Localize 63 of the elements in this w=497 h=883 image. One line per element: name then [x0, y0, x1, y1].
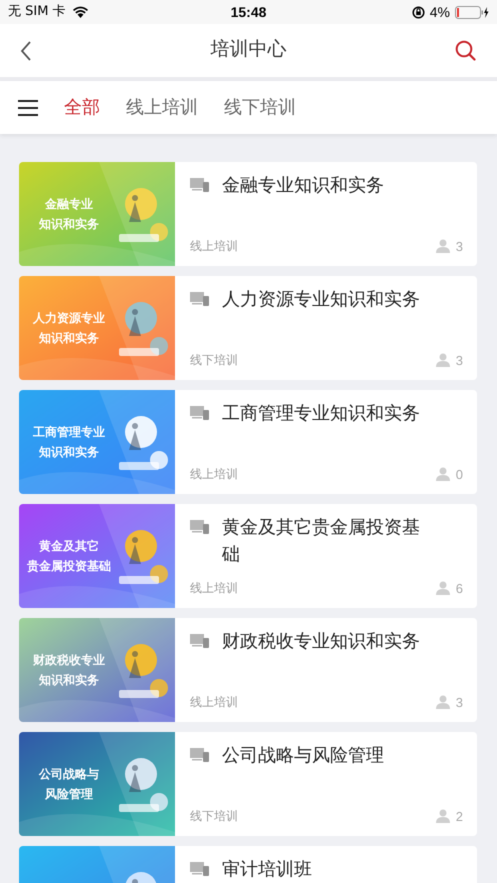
menu-button[interactable]	[18, 100, 38, 116]
devices-icon	[190, 520, 209, 534]
search-button[interactable]	[453, 38, 477, 62]
course-card[interactable]: 人力资源专业 知识和实务 人力资源专业知识和实务 线下培训 3	[19, 276, 477, 380]
thumbnail-caption: 知识和实务	[39, 216, 99, 233]
course-title: 审计培训班	[222, 858, 312, 881]
clock-time: 15:48	[230, 2, 266, 22]
training-mode: 线上培训	[190, 694, 238, 712]
course-title: 人力资源专业知识和实务	[222, 288, 420, 311]
training-mode: 线下培训	[190, 352, 238, 370]
devices-icon	[190, 748, 209, 762]
devices-icon	[190, 634, 209, 648]
course-card[interactable]: 工商管理专业 知识和实务 工商管理专业知识和实务 线上培训 0	[19, 390, 477, 494]
person-icon	[436, 467, 450, 482]
thumbnail-caption: 金融专业	[45, 196, 93, 213]
participant-count: 2	[456, 808, 463, 826]
course-card[interactable]: 黄金及其它 贵金属投资基础 黄金及其它贵金属投资基础 线上培训 6	[19, 504, 477, 608]
course-title: 财政税收专业知识和实务	[222, 630, 420, 653]
category-tab[interactable]: 线下培训	[224, 94, 296, 121]
person-icon	[436, 809, 450, 824]
participant-count: 3	[456, 694, 463, 712]
participant-count: 3	[456, 238, 463, 256]
devices-icon	[190, 292, 209, 306]
devices-icon	[190, 862, 209, 876]
participant-count: 0	[456, 466, 463, 484]
battery-percent: 4%	[430, 2, 450, 22]
thumbnail-caption: 风险管理	[45, 786, 93, 803]
thumbnail-caption: 人力资源专业	[33, 310, 105, 327]
devices-icon	[190, 406, 209, 420]
person-icon	[436, 239, 450, 254]
category-tab[interactable]: 线上培训	[126, 94, 198, 121]
thumbnail-caption: 公司战略与	[39, 766, 99, 783]
rotation-lock-icon	[412, 6, 425, 18]
thumbnail-caption: 黄金及其它	[39, 538, 99, 555]
category-tab[interactable]: 全部	[64, 94, 100, 121]
carrier-label: 无 SIM 卡	[8, 3, 66, 22]
thumbnail-caption: 知识和实务	[39, 444, 99, 461]
devices-icon	[190, 178, 209, 192]
training-mode: 线下培训	[190, 808, 238, 826]
participant-count: 3	[456, 352, 463, 370]
thumbnail-caption: 贵金属投资基础	[27, 558, 111, 575]
page-title: 培训中心	[210, 38, 286, 62]
course-card[interactable]: 财政税收专业 知识和实务 财政税收专业知识和实务 线上培训 3	[19, 618, 477, 722]
course-title: 金融专业知识和实务	[222, 174, 384, 197]
thumbnail-caption: 工商管理专业	[33, 424, 105, 441]
course-card[interactable]: 金融专业 知识和实务 金融专业知识和实务 线上培训 3	[19, 162, 477, 266]
battery-icon	[455, 6, 489, 18]
course-title: 黄金及其它贵金属投资基础	[222, 516, 421, 566]
wifi-icon	[72, 6, 89, 18]
person-icon	[436, 581, 450, 596]
course-title: 工商管理专业知识和实务	[222, 402, 420, 425]
thumbnail-caption: 财政税收专业	[33, 652, 105, 669]
training-mode: 线上培训	[190, 238, 238, 256]
course-title: 公司战略与风险管理	[222, 744, 384, 767]
training-mode: 线上培训	[190, 580, 238, 598]
person-icon	[436, 695, 450, 710]
course-card[interactable]: 审计培训班	[19, 846, 477, 883]
training-mode: 线上培训	[190, 466, 238, 484]
person-icon	[436, 353, 450, 368]
thumbnail-caption: 知识和实务	[39, 330, 99, 347]
participant-count: 6	[456, 580, 463, 598]
course-card[interactable]: 公司战略与 风险管理 公司战略与风险管理 线下培训 2	[19, 732, 477, 836]
thumbnail-caption: 知识和实务	[39, 672, 99, 689]
